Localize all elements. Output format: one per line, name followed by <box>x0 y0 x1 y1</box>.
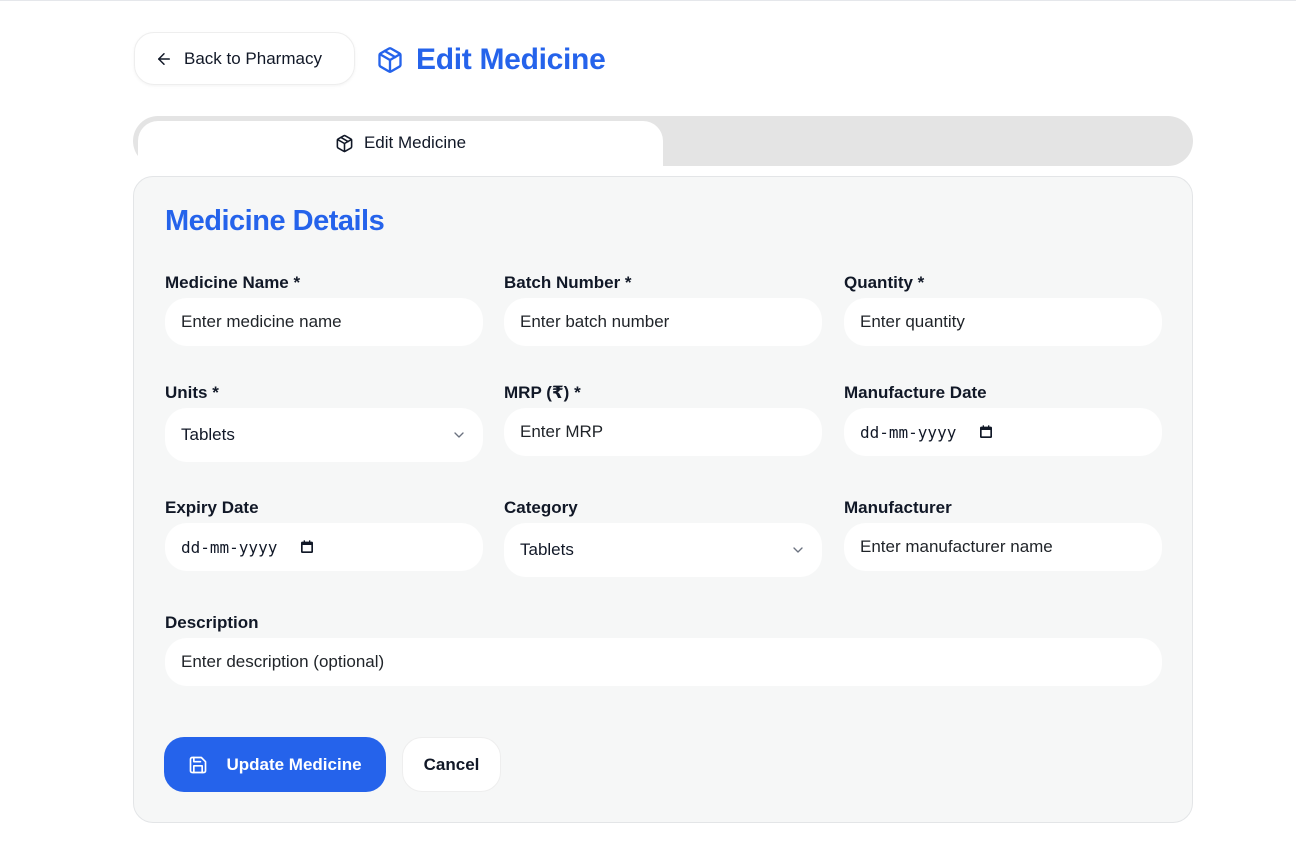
description-label: Description <box>165 613 259 632</box>
chevron-down-icon <box>790 542 806 558</box>
date-placeholder: dd-mm-yyyy <box>181 537 278 557</box>
medicine-name-input[interactable] <box>165 298 483 346</box>
expiry-date-input[interactable]: dd-mm-yyyy <box>165 523 483 571</box>
medicine-details-card: Medicine Details Medicine Name * Batch N… <box>133 176 1193 823</box>
category-label: Category <box>504 498 578 517</box>
top-divider <box>0 0 1296 1</box>
units-value: Tablets <box>181 425 235 444</box>
tab-bar: Edit Medicine <box>133 116 1193 177</box>
arrow-left-icon <box>155 50 173 68</box>
category-value: Tablets <box>520 540 574 559</box>
manufacturer-label: Manufacturer <box>844 498 952 517</box>
back-to-pharmacy-button[interactable]: Back to Pharmacy <box>134 32 355 85</box>
tab-edit-medicine[interactable]: Edit Medicine <box>138 121 663 177</box>
medicine-name-label: Medicine Name * <box>165 273 301 292</box>
quantity-label: Quantity * <box>844 273 925 292</box>
manufacture-date-label: Manufacture Date <box>844 383 987 402</box>
batch-number-label: Batch Number * <box>504 273 632 292</box>
page-title: Edit Medicine <box>416 43 606 76</box>
units-select[interactable]: Tablets <box>165 408 483 462</box>
category-select[interactable]: Tablets <box>504 523 822 577</box>
manufacturer-input[interactable] <box>844 523 1162 571</box>
chevron-down-icon <box>451 427 467 443</box>
quantity-input[interactable] <box>844 298 1162 346</box>
tab-label: Edit Medicine <box>363 133 467 152</box>
cancel-button[interactable]: Cancel <box>402 737 501 792</box>
manufacture-date-input[interactable]: dd-mm-yyyy <box>844 408 1162 456</box>
package-icon <box>335 134 354 153</box>
description-input[interactable] <box>165 638 1162 686</box>
date-placeholder: dd-mm-yyyy <box>860 422 957 442</box>
mrp-label: MRP (₹) * <box>504 383 581 402</box>
calendar-icon[interactable] <box>299 539 315 555</box>
calendar-icon[interactable] <box>978 424 994 440</box>
expiry-date-label: Expiry Date <box>165 498 259 517</box>
back-button-label: Back to Pharmacy <box>184 48 322 68</box>
cancel-button-label: Cancel <box>423 754 480 774</box>
package-icon <box>376 46 404 74</box>
page-header: Edit Medicine <box>376 38 606 82</box>
update-medicine-button[interactable]: Update Medicine <box>164 737 386 792</box>
units-label: Units * <box>165 383 219 402</box>
batch-number-input[interactable] <box>504 298 822 346</box>
update-button-label: Update Medicine <box>226 754 362 774</box>
section-title: Medicine Details <box>165 205 385 237</box>
save-icon <box>188 755 208 775</box>
mrp-input[interactable] <box>504 408 822 456</box>
